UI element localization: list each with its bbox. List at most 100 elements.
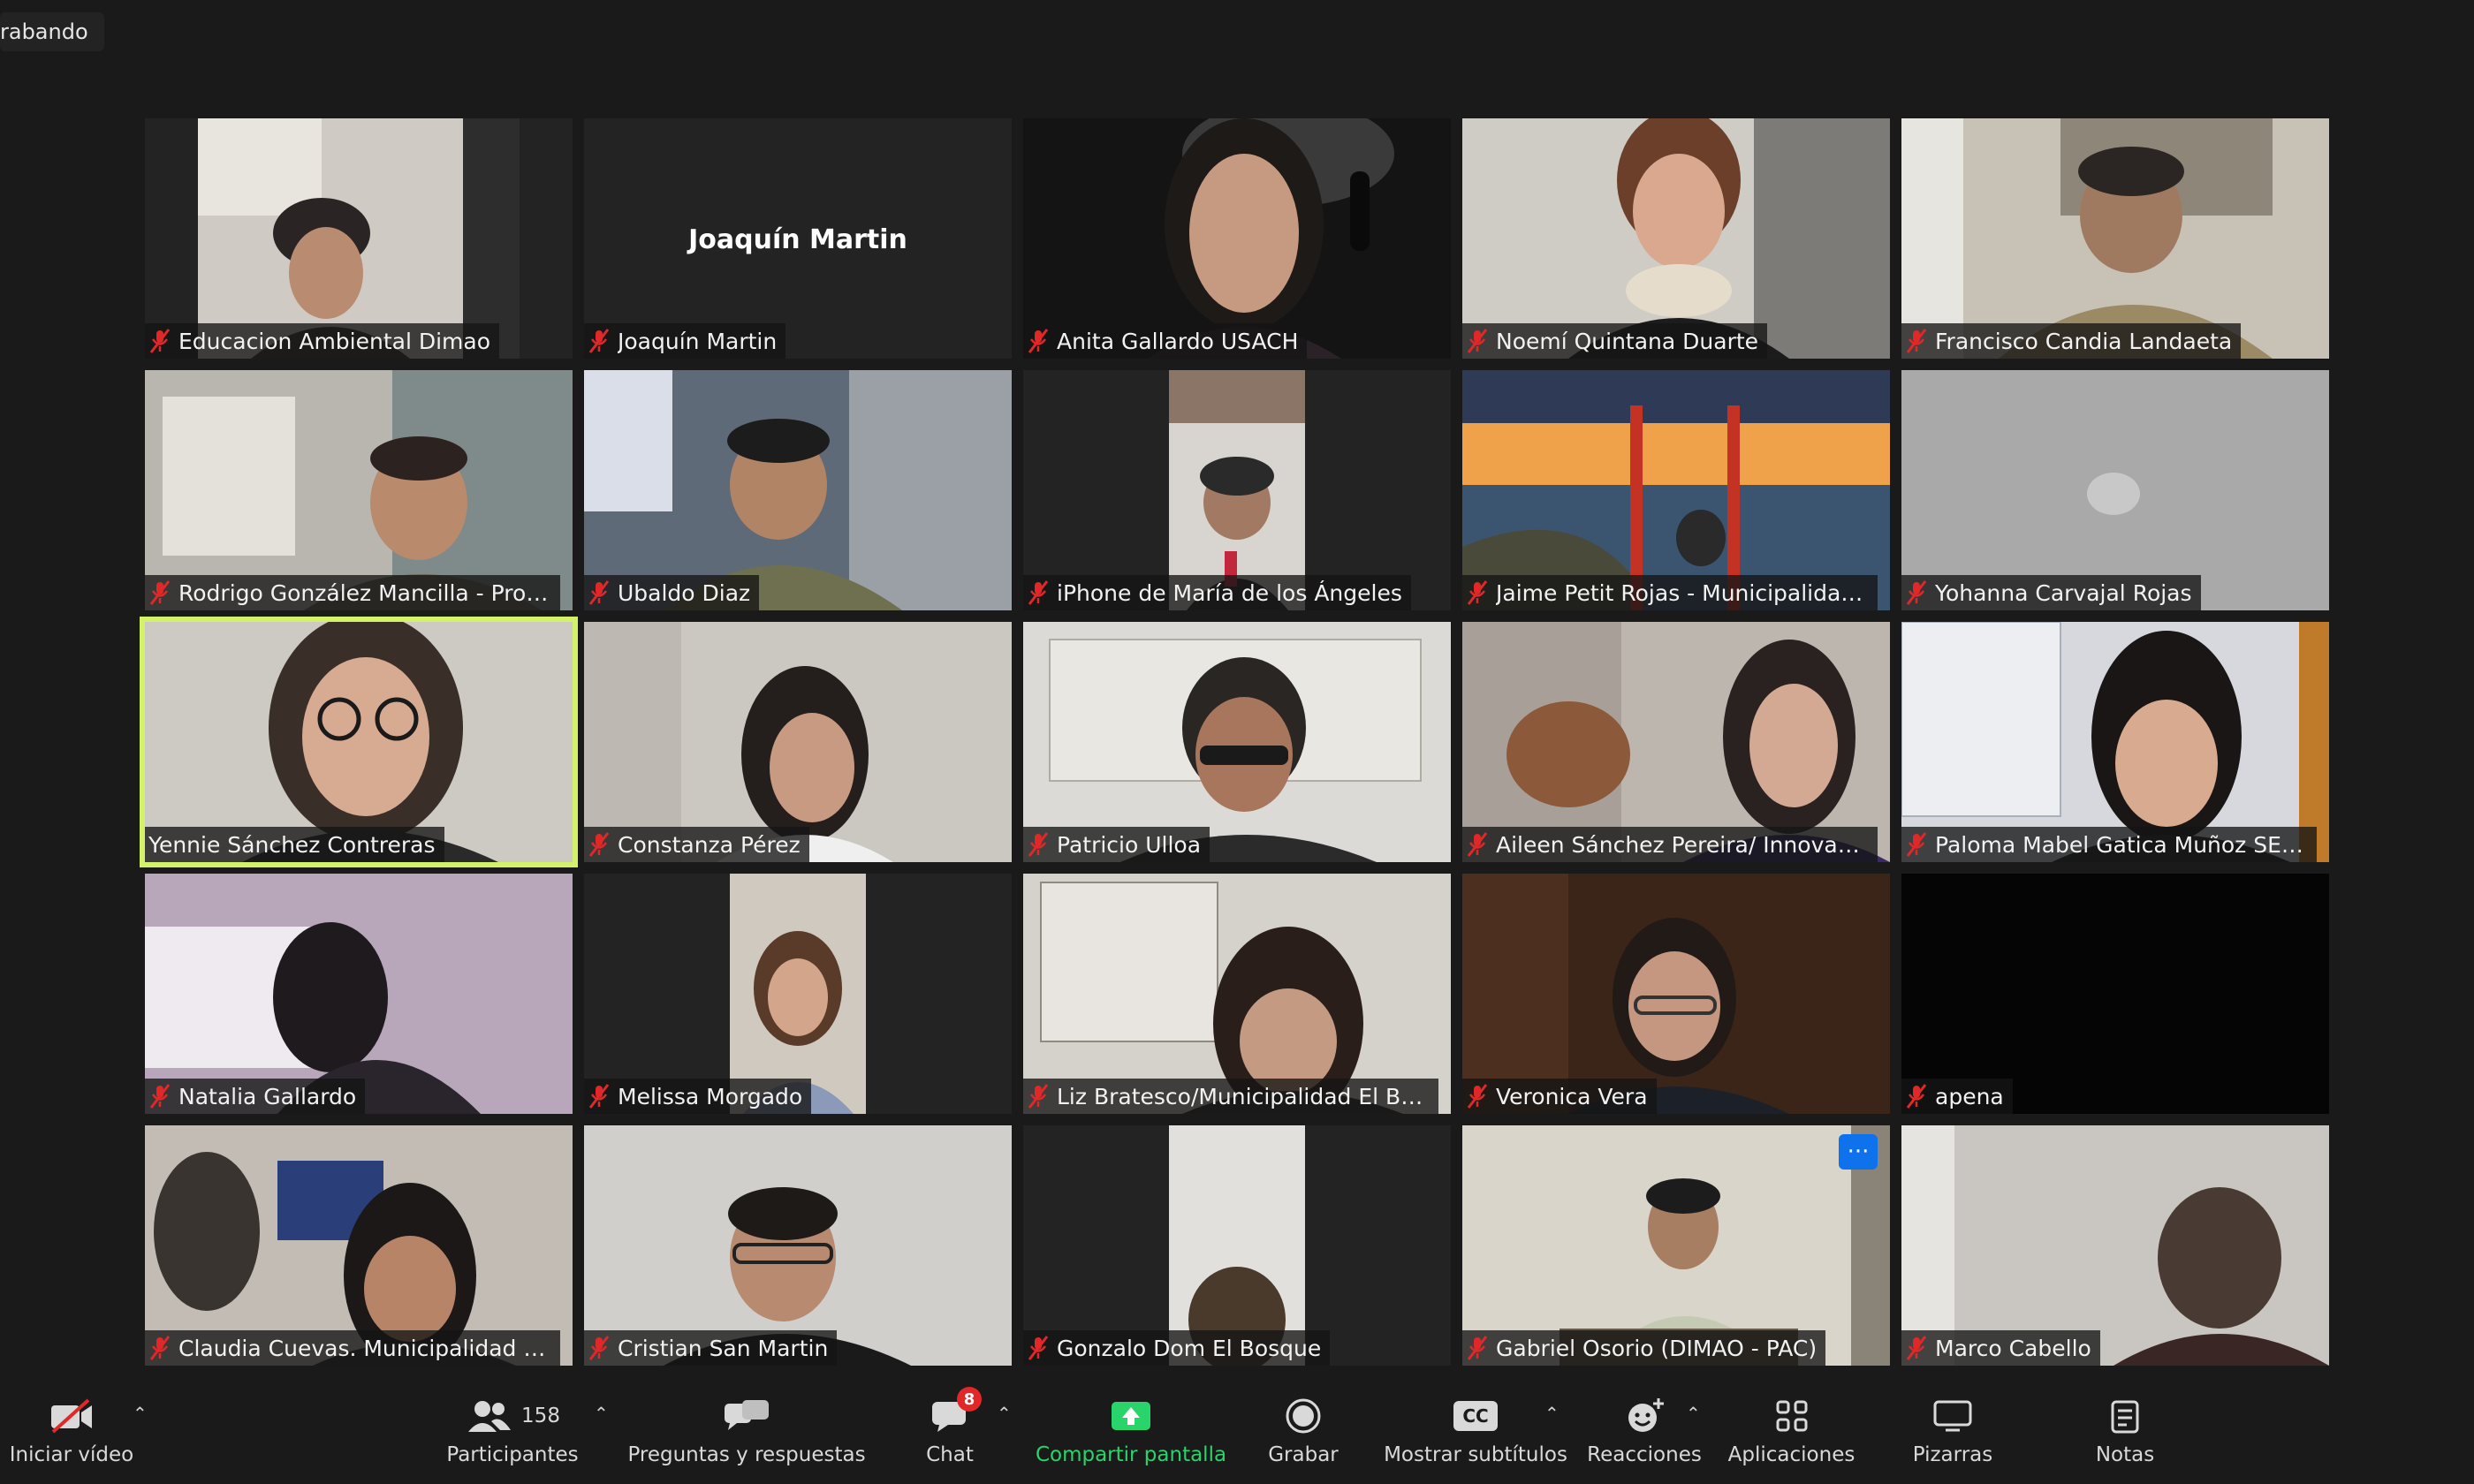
qa-button[interactable]: Preguntas y respuestas <box>627 1390 866 1479</box>
participant-name: Veronica Vera <box>1496 1083 1648 1109</box>
video-tile[interactable]: Patricio Ulloa <box>1023 622 1451 862</box>
mic-muted-icon <box>1906 580 1927 605</box>
reactions-options-caret[interactable]: ⌃ <box>1686 1403 1701 1424</box>
video-tile[interactable]: Natalia Gallardo <box>145 874 573 1114</box>
apps-button[interactable]: Aplicaciones <box>1727 1390 1856 1479</box>
record-label: Grabar <box>1268 1443 1339 1466</box>
participant-name: Gabriel Osorio (DIMAO - PAC) <box>1496 1335 1818 1361</box>
participant-name-tag: Liz Bratesco/Municipalidad El Bosq... <box>1023 1079 1438 1114</box>
participants-count: 158 <box>521 1404 560 1427</box>
video-tile[interactable]: Ubaldo Diaz <box>584 370 1012 610</box>
video-tile-active-speaker[interactable]: Yennie Sánchez Contreras <box>140 617 578 867</box>
participant-name-tag: Educacion Ambiental Dimao <box>145 323 500 359</box>
participants-label: Participantes <box>446 1443 579 1466</box>
whiteboards-button[interactable]: Pizarras <box>1909 1390 1997 1479</box>
video-tile[interactable]: Cristian San Martin <box>584 1125 1012 1366</box>
participant-name: Paloma Mabel Gatica Muñoz SECP... <box>1935 831 2308 858</box>
video-tile[interactable]: Yohanna Carvajal Rojas <box>1901 370 2329 610</box>
record-button[interactable]: Grabar <box>1255 1390 1352 1479</box>
video-tile[interactable]: Educacion Ambiental Dimao <box>145 118 573 359</box>
share-screen-icon <box>1112 1402 1150 1430</box>
video-tile[interactable]: Melissa Morgado <box>584 874 1012 1114</box>
participant-name: Patricio Ulloa <box>1057 831 1202 858</box>
video-tile[interactable]: iPhone de María de los Ángeles <box>1023 370 1451 610</box>
participant-name-tag: Jaime Petit Rojas - Municipalidad L... <box>1462 575 1878 610</box>
chat-bubbles-icon <box>725 1400 769 1430</box>
chat-button[interactable]: 8 Chat <box>919 1387 982 1479</box>
video-tile[interactable]: Noemí Quintana Duarte <box>1462 118 1890 359</box>
recording-indicator[interactable]: rabando <box>0 12 104 51</box>
whiteboards-label: Pizarras <box>1912 1443 1993 1466</box>
participant-name-tag: Rodrigo González Mancilla - Progr... <box>145 575 560 610</box>
participant-name-tag: Anita Gallardo USACH <box>1023 323 1308 359</box>
chat-unread-badge: 8 <box>957 1387 982 1412</box>
chat-options-caret[interactable]: ⌃ <box>997 1403 1012 1424</box>
participant-name-tag: Gonzalo Dom El Bosque <box>1023 1330 1331 1366</box>
reactions-label: Reacciones <box>1587 1443 1702 1466</box>
more-options-icon: ··· <box>1847 1139 1870 1165</box>
participant-name: Natalia Gallardo <box>178 1083 357 1109</box>
mic-muted-icon <box>1467 329 1488 353</box>
video-tile[interactable]: Marco Cabello <box>1901 1125 2329 1366</box>
participant-name: Joaquín Martin <box>618 328 778 354</box>
mic-muted-icon <box>1906 1084 1927 1109</box>
participant-name-tag: Natalia Gallardo <box>145 1079 366 1114</box>
video-tile[interactable]: Claudia Cuevas. Municipalidad de L... <box>145 1125 573 1366</box>
participant-name: Marco Cabello <box>1935 1335 2091 1361</box>
participant-name-tag: Yohanna Carvajal Rojas <box>1901 575 2201 610</box>
video-tile[interactable]: Joaquín Martin Joaquín Martin <box>584 118 1012 359</box>
video-tile[interactable]: Aileen Sánchez Pereira/ Innovación ... <box>1462 622 1890 862</box>
participant-name: Yennie Sánchez Contreras <box>148 831 436 858</box>
video-tile[interactable]: ··· Gabriel Osorio (DIMAO - PAC) <box>1462 1125 1890 1366</box>
participant-name-tag: Claudia Cuevas. Municipalidad de L... <box>145 1330 560 1366</box>
participants-button[interactable]: 158 Participantes <box>442 1390 583 1479</box>
mic-muted-icon <box>588 329 610 353</box>
participant-name: iPhone de María de los Ángeles <box>1057 579 1402 606</box>
mic-muted-icon <box>1028 1336 1049 1360</box>
video-tile[interactable]: Anita Gallardo USACH <box>1023 118 1451 359</box>
participant-name: Anita Gallardo USACH <box>1057 328 1299 354</box>
mic-muted-icon <box>149 329 171 353</box>
captions-button[interactable]: CC Mostrar subtítulos <box>1383 1390 1568 1479</box>
reactions-button[interactable]: Reacciones <box>1587 1390 1702 1479</box>
participant-name-tag: Aileen Sánchez Pereira/ Innovación ... <box>1462 827 1878 862</box>
participant-name-tag: Melissa Morgado <box>584 1079 812 1114</box>
participant-name: Constanza Pérez <box>618 831 801 858</box>
video-tile[interactable]: Constanza Pérez <box>584 622 1012 862</box>
mic-muted-icon <box>1906 832 1927 857</box>
video-tile[interactable]: Veronica Vera <box>1462 874 1890 1114</box>
mic-muted-icon <box>588 1336 610 1360</box>
participant-name: Noemí Quintana Duarte <box>1496 328 1759 354</box>
mic-muted-icon <box>1467 1336 1488 1360</box>
apps-label: Aplicaciones <box>1727 1443 1856 1466</box>
mic-muted-icon <box>588 580 610 605</box>
participant-name: Claudia Cuevas. Municipalidad de L... <box>178 1335 551 1361</box>
share-screen-button[interactable]: Compartir pantalla <box>1034 1390 1228 1479</box>
video-tile[interactable]: Francisco Candia Landaeta <box>1901 118 2329 359</box>
participant-name-tag: Gabriel Osorio (DIMAO - PAC) <box>1462 1330 1826 1366</box>
captions-options-caret[interactable]: ⌃ <box>1544 1403 1560 1424</box>
video-tile[interactable]: apena <box>1901 874 2329 1114</box>
participant-name-tag: Veronica Vera <box>1462 1079 1657 1114</box>
cc-icon-text: CC <box>1462 1405 1489 1427</box>
notes-button[interactable]: Notas <box>2085 1390 2165 1479</box>
notes-label: Notas <box>2095 1443 2155 1466</box>
participant-display-name: Joaquín Martin <box>688 224 907 255</box>
video-tile[interactable]: Rodrigo González Mancilla - Progr... <box>145 370 573 610</box>
participant-name-tag: Yennie Sánchez Contreras <box>145 827 444 862</box>
participant-name: Educacion Ambiental Dimao <box>178 328 491 354</box>
video-tile[interactable]: Liz Bratesco/Municipalidad El Bosq... <box>1023 874 1451 1114</box>
video-tile[interactable]: Jaime Petit Rojas - Municipalidad L... <box>1462 370 1890 610</box>
video-options-caret[interactable]: ⌃ <box>133 1403 148 1424</box>
apps-icon <box>1776 1400 1807 1432</box>
mic-muted-icon <box>588 832 610 857</box>
video-tile[interactable]: Paloma Mabel Gatica Muñoz SECP... <box>1901 622 2329 862</box>
more-options-button[interactable]: ··· <box>1839 1134 1878 1170</box>
participant-name: Aileen Sánchez Pereira/ Innovación ... <box>1496 831 1869 858</box>
participant-name-tag: Noemí Quintana Duarte <box>1462 323 1768 359</box>
video-tile[interactable]: Gonzalo Dom El Bosque <box>1023 1125 1451 1366</box>
people-icon <box>468 1401 512 1432</box>
participants-options-caret[interactable]: ⌃ <box>594 1403 609 1424</box>
start-video-button[interactable]: Iniciar vídeo <box>10 1390 133 1479</box>
participant-name-tag: Patricio Ulloa <box>1023 827 1210 862</box>
